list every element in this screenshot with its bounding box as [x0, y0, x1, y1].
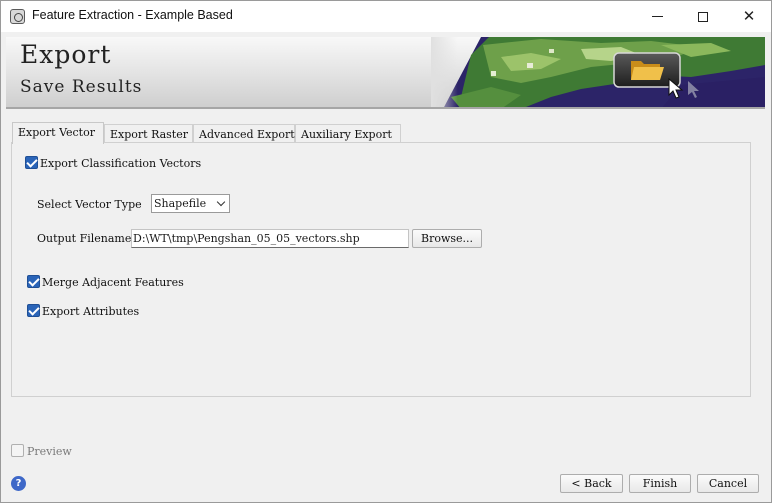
preview-label: Preview: [27, 445, 72, 458]
export-classification-label: Export Classification Vectors: [40, 157, 202, 170]
tab-auxiliary-export[interactable]: Auxiliary Export: [295, 124, 401, 143]
vector-type-select[interactable]: Shapefile: [151, 194, 230, 213]
tab-panel-export-vector: [11, 142, 751, 397]
minimize-button[interactable]: [634, 1, 680, 32]
preview-checkbox[interactable]: [11, 444, 24, 457]
help-icon[interactable]: ?: [11, 476, 26, 491]
close-button[interactable]: ✕: [726, 1, 772, 32]
export-attributes-label: Export Attributes: [42, 305, 140, 318]
minimize-icon: [651, 16, 663, 17]
dialog-window: Feature Extraction - Example Based ✕ Exp…: [0, 0, 772, 503]
satellite-folder-banner-image: [431, 37, 765, 107]
output-filename-input[interactable]: D:\WT\tmp\Pengshan_05_05_vectors.shp: [131, 229, 409, 248]
banner-subtitle: Save Results: [20, 77, 143, 97]
cancel-button[interactable]: Cancel: [697, 474, 759, 493]
chevron-down-icon: [216, 197, 226, 207]
export-classification-checkbox[interactable]: [25, 156, 38, 169]
finish-button[interactable]: Finish: [629, 474, 691, 493]
vector-type-label: Select Vector Type: [37, 198, 142, 211]
merge-adjacent-label: Merge Adjacent Features: [42, 276, 184, 289]
tab-advanced-export[interactable]: Advanced Export: [193, 124, 295, 143]
title-bar: Feature Extraction - Example Based ✕: [1, 1, 771, 32]
export-attributes-checkbox[interactable]: [27, 304, 40, 317]
tab-export-raster[interactable]: Export Raster: [104, 124, 193, 143]
maximize-button[interactable]: [680, 1, 726, 32]
banner-title: Export: [20, 40, 112, 69]
merge-adjacent-checkbox[interactable]: [27, 275, 40, 288]
tab-export-vector[interactable]: Export Vector: [12, 122, 104, 144]
close-icon: ✕: [742, 7, 756, 25]
maximize-icon: [698, 11, 708, 22]
back-button[interactable]: < Back: [560, 474, 623, 493]
window-title: Feature Extraction - Example Based: [32, 8, 233, 22]
vector-type-value: Shapefile: [154, 197, 207, 210]
output-filename-label: Output Filename: [37, 232, 132, 245]
header-banner: Export Save Results: [6, 37, 765, 109]
browse-button[interactable]: Browse...: [412, 229, 482, 248]
app-icon: [10, 9, 25, 24]
